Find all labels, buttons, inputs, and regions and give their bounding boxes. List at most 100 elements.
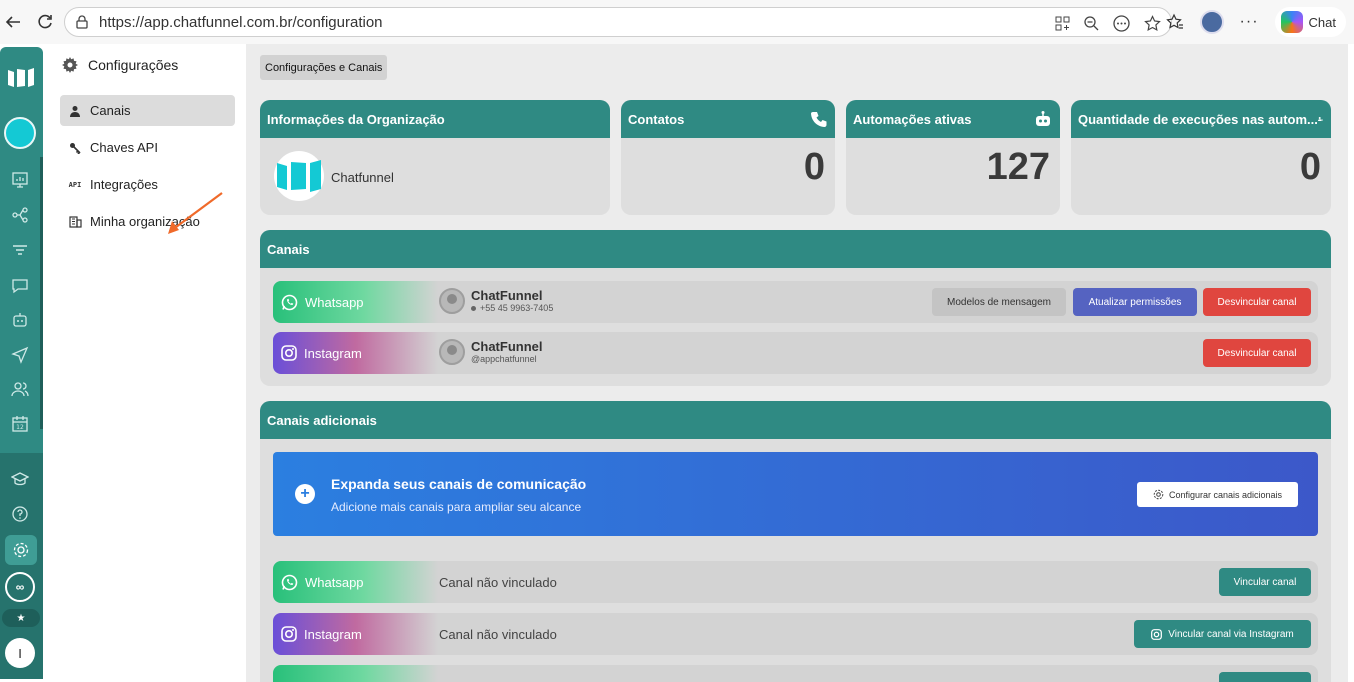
link-channel-button[interactable]: Vincular canal: [1219, 568, 1311, 596]
channel-account-name: ChatFunnel: [471, 338, 543, 354]
main-content: Configurações e Canais Informações da Or…: [246, 44, 1348, 682]
channel-type: Whatsapp: [305, 294, 364, 310]
channel-row-instagram: Instagram ChatFunnel @appchatfunnel Desv…: [273, 332, 1318, 374]
building-icon: [68, 215, 82, 229]
sidebar-item-chaves-api[interactable]: Chaves API: [60, 132, 235, 163]
bot-icon[interactable]: [10, 310, 30, 330]
star-icon[interactable]: [1144, 14, 1161, 32]
promo-subtitle: Adicione mais canais para ampliar seu al…: [331, 500, 582, 514]
gear-icon: [62, 57, 78, 73]
person-icon: [68, 104, 82, 118]
channel-badge: Instagram: [273, 613, 438, 655]
stat-value: 0: [1299, 146, 1321, 188]
unlink-channel-button[interactable]: Desvincular canal: [1203, 288, 1311, 316]
message-templates-button[interactable]: Modelos de mensagem: [932, 288, 1066, 316]
chatfunnel-logo-icon: [277, 160, 321, 192]
user-avatar[interactable]: I: [5, 638, 35, 668]
stat-value: 127: [986, 146, 1050, 188]
unlink-channel-button[interactable]: Desvincular canal: [1203, 339, 1311, 367]
reload-icon[interactable]: [34, 11, 56, 33]
stat-card-execucoes: Quantidade de execuções nas autom... 0: [1071, 100, 1331, 215]
stat-title: Quantidade de execuções nas autom...: [1078, 111, 1318, 127]
link-channel-button-partial[interactable]: [1219, 672, 1311, 682]
additional-row-whatsapp: Whatsapp Canal não vinculado Vincular ca…: [273, 561, 1318, 603]
calendar-icon[interactable]: 12: [10, 414, 30, 434]
user-cog-icon: [1317, 117, 1323, 122]
users-icon[interactable]: [10, 379, 30, 399]
star-badge[interactable]: ★: [2, 609, 40, 627]
flow-icon[interactable]: [10, 205, 30, 225]
infinity-icon[interactable]: ∞: [5, 572, 35, 602]
update-permissions-button[interactable]: Atualizar permissões: [1073, 288, 1197, 316]
channel-handle: @appchatfunnel: [471, 353, 537, 364]
sidebar-header: Configurações: [62, 57, 178, 73]
channel-row-whatsapp: Whatsapp ChatFunnel +55 45 9963-7405 Mod…: [273, 281, 1318, 323]
chatfunnel-logo-icon[interactable]: [8, 67, 34, 89]
copilot-chat-button[interactable]: Chat: [1274, 7, 1346, 37]
org-avatar[interactable]: [4, 117, 36, 149]
channel-status: Canal não vinculado: [439, 575, 557, 590]
rail-scrollbar[interactable]: [40, 157, 43, 429]
additional-row-instagram: Instagram Canal não vinculado Vincular c…: [273, 613, 1318, 655]
zoom-icon[interactable]: [1084, 15, 1099, 31]
channel-status: Canal não vinculado: [439, 627, 557, 642]
phone-icon: [811, 112, 827, 127]
stat-title: Contatos: [628, 111, 685, 127]
configure-additional-channels-button[interactable]: Configurar canais adicionais: [1137, 482, 1298, 507]
graduation-cap-icon[interactable]: [10, 469, 30, 489]
avatar: [439, 288, 465, 314]
lock-icon: [76, 15, 88, 29]
send-icon[interactable]: [10, 345, 30, 365]
settings-rail-button[interactable]: [5, 535, 37, 565]
channel-account: ChatFunnel @appchatfunnel: [439, 339, 543, 365]
more-circle-icon[interactable]: [1113, 14, 1130, 32]
browser-toolbar: https://app.chatfunnel.com.br/configurat…: [0, 0, 1354, 44]
org-name: Chatfunnel: [331, 170, 394, 185]
channel-type: Instagram: [304, 345, 362, 361]
channel-badge: Instagram: [273, 332, 438, 374]
sidebar-title: Configurações: [88, 57, 179, 73]
dashboard-icon[interactable]: [10, 170, 30, 190]
org-card-title: Informações da Organização: [260, 100, 610, 138]
back-icon[interactable]: [2, 11, 24, 33]
channel-type: Instagram: [304, 626, 362, 642]
app: 12 ∞ ★ I Configurações Canais Chaves API…: [0, 44, 1354, 682]
whatsapp-icon: [281, 294, 298, 310]
apps-icon[interactable]: [1055, 16, 1070, 31]
instagram-icon: [281, 626, 297, 642]
channel-badge: Whatsapp: [273, 281, 438, 323]
url-text: https://app.chatfunnel.com.br/configurat…: [99, 13, 383, 31]
chat-label: Chat: [1308, 14, 1336, 30]
svg-text:12: 12: [16, 424, 24, 431]
profile-icon[interactable]: [1199, 10, 1224, 34]
stat-card-contatos: Contatos 0: [621, 100, 835, 215]
instagram-icon: [281, 345, 297, 361]
channel-account: ChatFunnel +55 45 9963-7405: [439, 288, 553, 314]
link-instagram-button[interactable]: Vincular canal via Instagram: [1134, 620, 1311, 648]
filter-icon[interactable]: [10, 240, 30, 260]
canais-card: Canais Whatsapp ChatFunnel +55 45 9963-7…: [260, 230, 1331, 386]
configure-label: Configurar canais adicionais: [1168, 489, 1283, 500]
sidebar-item-label: Integrações: [90, 177, 158, 192]
promo-title: Expanda seus canais de comunicação: [331, 476, 587, 492]
favorites-icon[interactable]: [1165, 13, 1184, 31]
additional-channels-card: Canais adicionais + Expanda seus canais …: [260, 401, 1331, 682]
sidebar-item-label: Chaves API: [90, 140, 158, 155]
stat-title: Automações ativas: [853, 111, 972, 127]
help-icon[interactable]: [10, 504, 30, 524]
sidebar-item-canais[interactable]: Canais: [60, 95, 235, 126]
channel-account-name: ChatFunnel: [471, 287, 543, 303]
whatsapp-icon: [281, 574, 298, 590]
copilot-icon: [1280, 11, 1303, 33]
address-bar[interactable]: https://app.chatfunnel.com.br/configurat…: [64, 7, 1172, 37]
additional-card-title: Canais adicionais: [260, 401, 1331, 439]
org-info-card: Informações da Organização Chatfunnel: [260, 100, 610, 215]
chat-icon[interactable]: [10, 276, 30, 296]
link-instagram-label: Vincular canal via Instagram: [1168, 628, 1294, 640]
stat-card-automacoes: Automações ativas 127: [846, 100, 1060, 215]
api-icon: API: [68, 180, 82, 189]
more-icon[interactable]: ···: [1240, 13, 1259, 31]
avatar: [439, 339, 465, 365]
breadcrumb[interactable]: Configurações e Canais: [260, 55, 388, 80]
channel-badge: [273, 665, 438, 682]
